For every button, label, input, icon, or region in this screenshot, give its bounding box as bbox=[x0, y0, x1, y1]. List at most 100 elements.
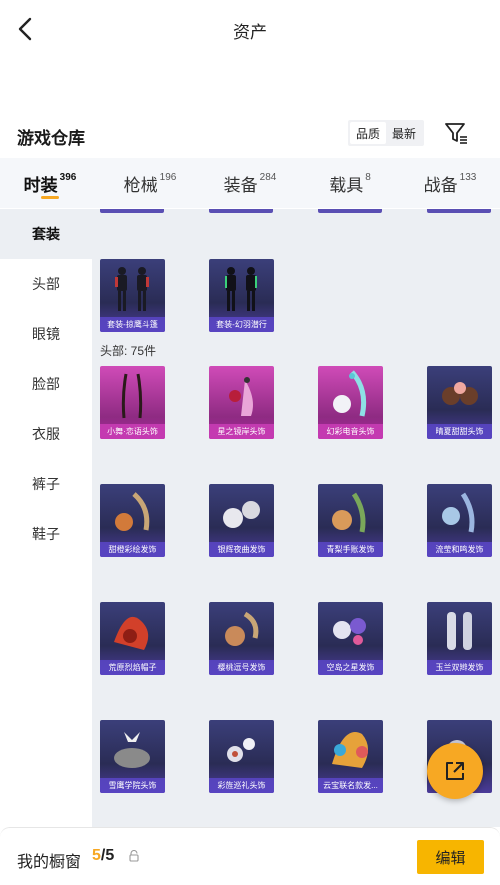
item-name: 雪鹰学院头饰 bbox=[100, 778, 165, 793]
sidebar-item-clothes[interactable]: 衣服 bbox=[0, 409, 92, 459]
showcase-label: 我的橱窗 bbox=[17, 854, 82, 871]
sort-toggle: 品质 最新 bbox=[348, 120, 425, 146]
card-edge bbox=[318, 209, 382, 213]
item-name: 幻彩电音头饰 bbox=[318, 424, 383, 439]
sidebar-item-glasses[interactable]: 眼镜 bbox=[0, 309, 92, 359]
item-card[interactable]: 云宝联名款发... bbox=[318, 720, 383, 793]
item-card[interactable]: 晴夏甜甜头饰 bbox=[427, 366, 492, 439]
item-card[interactable]: 彩旌巡礼头饰 bbox=[209, 720, 274, 793]
item-name: 套装-幻羽潜行 bbox=[209, 317, 274, 332]
active-tab-indicator bbox=[41, 196, 59, 199]
subcategory-sidebar: 套装 头部 眼镜 脸部 衣服 裤子 鞋子 bbox=[0, 209, 92, 827]
headwear-thumbnail bbox=[332, 732, 368, 768]
share-icon bbox=[446, 762, 464, 780]
item-card[interactable]: 小舞·恋语头饰 bbox=[100, 366, 165, 439]
section-title: 游戏仓库 bbox=[17, 129, 85, 148]
tab-guns[interactable]: 枪械 196 bbox=[100, 158, 200, 208]
headwear-thumbnail bbox=[114, 732, 150, 768]
headwear-thumbnail bbox=[332, 492, 366, 533]
outfit-thumbnail bbox=[115, 267, 149, 311]
tab-count: 8 bbox=[365, 171, 371, 183]
showcase-current: 5 bbox=[92, 847, 101, 864]
showcase-count: 5/5 bbox=[92, 847, 114, 865]
item-name: 彩旌巡礼头饰 bbox=[209, 778, 274, 793]
item-card[interactable]: 套装-幻羽潜行 bbox=[209, 259, 274, 332]
tab-count: 196 bbox=[159, 171, 177, 183]
item-card[interactable]: 星之镜岸头饰 bbox=[209, 366, 274, 439]
tab-equipment[interactable]: 装备 284 bbox=[200, 158, 300, 208]
item-name: 玉兰双辫发饰 bbox=[427, 660, 492, 675]
tab-label: 装备 bbox=[223, 175, 258, 195]
edit-button[interactable]: 编辑 bbox=[417, 840, 484, 874]
page-title: 资产 bbox=[233, 23, 267, 42]
tab-count: 133 bbox=[459, 171, 477, 183]
sidebar-item-shoes[interactable]: 鞋子 bbox=[0, 509, 92, 559]
tab-fashion[interactable]: 时装 396 bbox=[0, 158, 100, 208]
item-name: 晴夏甜甜头饰 bbox=[427, 424, 492, 439]
headwear-thumbnail bbox=[442, 382, 478, 405]
item-name: 云宝联名款发... bbox=[318, 778, 383, 793]
card-edge bbox=[427, 209, 491, 213]
headwear-thumbnail bbox=[223, 501, 260, 528]
item-card[interactable]: 雪鹰学院头饰 bbox=[100, 720, 165, 793]
lock-icon bbox=[129, 850, 139, 862]
headwear-thumbnail bbox=[442, 492, 475, 533]
item-name: 套装-掠鹰斗篷 bbox=[100, 317, 165, 332]
card-edge bbox=[209, 209, 273, 213]
section-header: 游戏仓库 bbox=[0, 112, 500, 156]
tab-count: 396 bbox=[59, 171, 77, 183]
item-grid: 套装-掠鹰斗篷 套装-幻羽潜行 头部: 75件 小舞·恋语头饰 星之镜岸头饰 幻… bbox=[92, 209, 500, 827]
headwear-thumbnail bbox=[333, 370, 367, 417]
sidebar-item-sets[interactable]: 套装 bbox=[0, 209, 92, 259]
item-name: 小舞·恋语头饰 bbox=[100, 424, 165, 439]
top-bar: 资产 bbox=[0, 0, 500, 60]
headwear-thumbnail bbox=[227, 738, 255, 762]
outfit-thumbnail bbox=[225, 267, 257, 311]
headwear-thumbnail bbox=[229, 377, 253, 416]
showcase-bar: 我的橱窗 5/5 编辑 bbox=[0, 827, 500, 885]
sidebar-item-head[interactable]: 头部 bbox=[0, 259, 92, 309]
tab-label: 枪械 bbox=[123, 175, 158, 195]
item-card[interactable]: 荒原烈焰帽子 bbox=[100, 602, 165, 675]
tab-supplies[interactable]: 战备 133 bbox=[400, 158, 500, 208]
item-card[interactable]: 玉兰双辫发饰 bbox=[427, 602, 492, 675]
item-name: 银辉夜曲发饰 bbox=[209, 542, 274, 557]
item-card[interactable]: 流莹和鸣发饰 bbox=[427, 484, 492, 557]
showcase-total: /5 bbox=[100, 847, 115, 864]
item-card[interactable]: 甜橙彩绘发饰 bbox=[100, 484, 165, 557]
headwear-thumbnail bbox=[114, 616, 149, 650]
tab-vehicles[interactable]: 载具 8 bbox=[300, 158, 400, 208]
category-tabs: 时装 396 枪械 196 装备 284 载具 8 战备 133 bbox=[0, 158, 500, 208]
item-name: 荒原烈焰帽子 bbox=[100, 660, 165, 675]
item-name: 流莹和鸣发饰 bbox=[427, 542, 492, 557]
tab-label: 时装 bbox=[23, 175, 58, 195]
item-name: 青梨手账发饰 bbox=[318, 542, 383, 557]
item-name: 甜橙彩绘发饰 bbox=[100, 542, 165, 557]
item-card[interactable]: 樱桃逗号发饰 bbox=[209, 602, 274, 675]
tab-count: 284 bbox=[259, 171, 277, 183]
headwear-thumbnail bbox=[447, 612, 472, 650]
item-name: 空岛之星发饰 bbox=[318, 660, 383, 675]
filter-button[interactable] bbox=[443, 120, 469, 146]
item-name: 星之镜岸头饰 bbox=[209, 424, 274, 439]
headwear-thumbnail bbox=[225, 611, 259, 646]
item-card[interactable]: 青梨手账发饰 bbox=[318, 484, 383, 557]
headwear-thumbnail bbox=[333, 618, 366, 645]
sort-latest-button[interactable]: 最新 bbox=[386, 122, 422, 144]
share-button[interactable] bbox=[427, 743, 483, 799]
tab-label: 载具 bbox=[329, 175, 364, 195]
card-edge bbox=[100, 209, 164, 213]
tab-label: 战备 bbox=[423, 175, 458, 195]
item-card[interactable]: 幻彩电音头饰 bbox=[318, 366, 383, 439]
headwear-thumbnail bbox=[121, 373, 143, 419]
item-name: 樱桃逗号发饰 bbox=[209, 660, 274, 675]
item-card[interactable]: 套装-掠鹰斗篷 bbox=[100, 259, 165, 332]
sort-quality-button[interactable]: 品质 bbox=[350, 122, 387, 144]
item-card[interactable]: 银辉夜曲发饰 bbox=[209, 484, 274, 557]
headwear-thumbnail bbox=[115, 492, 150, 531]
sidebar-item-face[interactable]: 脸部 bbox=[0, 359, 92, 409]
item-card[interactable]: 空岛之星发饰 bbox=[318, 602, 383, 675]
filter-icon bbox=[445, 123, 467, 144]
group-label: 头部: 75件 bbox=[100, 344, 157, 358]
sidebar-item-pants[interactable]: 裤子 bbox=[0, 459, 92, 509]
